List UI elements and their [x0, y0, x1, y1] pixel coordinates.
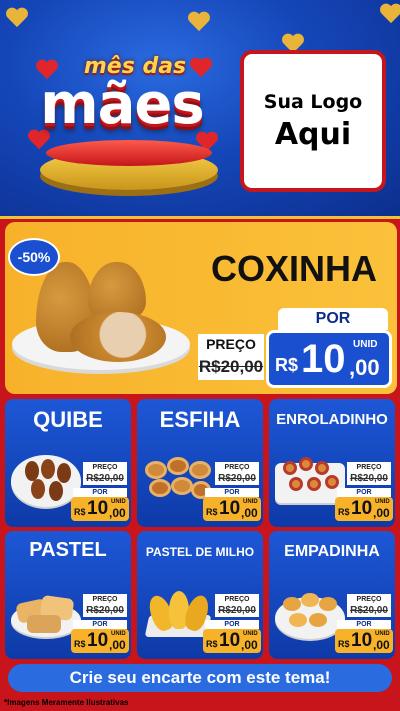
currency: R$: [74, 639, 86, 649]
discount-badge: -50%: [8, 238, 60, 276]
new-price: R$ 10 UNID ,00: [71, 497, 129, 521]
new-price: R$ 10 UNID ,00: [335, 629, 393, 653]
new-price-label: POR: [205, 620, 259, 629]
product-card-enroladinho[interactable]: ENROLADINHO PREÇO R$20,00 POR R$ 10 UNID…: [269, 399, 395, 527]
price-decimal: ,00: [109, 638, 126, 652]
header-banner: mês das mães Sua Logo Aqui: [0, 0, 400, 216]
unit-label: UNID: [375, 631, 390, 637]
heart-icon: [188, 12, 210, 32]
price-integer: 10: [351, 630, 373, 651]
old-price-label: PREÇO: [83, 462, 127, 472]
currency: R$: [275, 355, 299, 375]
unit-label: UNID: [375, 499, 390, 505]
old-price: R$20,00: [83, 604, 127, 617]
new-price-label: POR: [337, 488, 391, 497]
product-name: ENROLADINHO: [276, 411, 388, 428]
price-decimal: ,00: [109, 506, 126, 520]
podium-top: [46, 140, 212, 166]
product-card-esfiha[interactable]: ESFIHA PREÇO R$20,00 POR R$ 10 UNID ,00: [137, 399, 263, 527]
logo-placeholder[interactable]: Sua Logo Aqui: [240, 50, 386, 192]
old-price: R$20,00: [215, 472, 259, 485]
unit-label: UNID: [243, 631, 258, 637]
product-name: PASTEL DE MILHO: [145, 545, 255, 559]
cta-button[interactable]: Crie seu encarte com este tema!: [8, 664, 392, 692]
product-card-pastel-de-milho[interactable]: PASTEL DE MILHO PREÇO R$20,00 POR R$ 10 …: [137, 531, 263, 659]
product-name: PASTEL: [29, 539, 107, 561]
old-price: R$20,00: [347, 604, 391, 617]
price-decimal: ,00: [373, 506, 390, 520]
new-price-label: POR: [337, 620, 391, 629]
currency: R$: [338, 507, 350, 517]
old-price: R$20,00: [347, 472, 391, 485]
product-card-empadinha[interactable]: EMPADINHA PREÇO R$20,00 POR R$ 10 UNID ,…: [269, 531, 395, 659]
logo-line2: Aqui: [274, 116, 352, 152]
price-decimal: ,00: [241, 506, 258, 520]
price-integer: 10: [87, 498, 109, 519]
price-integer: 10: [87, 630, 109, 651]
old-price-label: PREÇO: [347, 594, 391, 604]
price-integer: 10: [219, 498, 241, 519]
featured-product-name: COXINHA: [210, 248, 377, 289]
new-price-label: POR: [205, 488, 259, 497]
product-card-quibe[interactable]: QUIBE PREÇO R$20,00 POR R$ 10 UNID ,00: [5, 399, 131, 527]
product-card-pastel[interactable]: PASTEL PREÇO R$20,00 POR R$ 10 UNID ,00: [5, 531, 131, 659]
unit-label: UNID: [111, 499, 126, 505]
old-price-label: PREÇO: [215, 462, 259, 472]
heart-icon: [380, 4, 400, 24]
new-price-label: POR: [73, 488, 127, 497]
old-price: R$20,00: [198, 354, 264, 380]
new-price: R$ 10 UNID ,00: [71, 629, 129, 653]
disclaimer: *Imagens Meramente Ilustrativas: [4, 698, 129, 707]
logo-line1: Sua Logo: [263, 90, 363, 113]
new-price: R$ 10 UNID ,00: [266, 330, 392, 388]
heart-icon: [6, 8, 28, 28]
unit-label: UNID: [353, 339, 378, 350]
title-big: mães: [40, 72, 204, 137]
old-price-label: PREÇO: [83, 594, 127, 604]
price-integer: 10: [351, 498, 373, 519]
unit-label: UNID: [111, 631, 126, 637]
currency: R$: [74, 507, 86, 517]
currency: R$: [206, 507, 218, 517]
price-integer: 10: [301, 337, 346, 381]
product-name: QUIBE: [33, 407, 103, 432]
old-price: R$20,00: [215, 604, 259, 617]
price-decimal: ,00: [349, 355, 380, 380]
old-price: R$20,00: [83, 472, 127, 485]
new-price: R$ 10 UNID ,00: [203, 629, 261, 653]
currency: R$: [338, 639, 350, 649]
new-price: R$ 10 UNID ,00: [203, 497, 261, 521]
new-price: R$ 10 UNID ,00: [335, 497, 393, 521]
currency: R$: [206, 639, 218, 649]
price-integer: 10: [219, 630, 241, 651]
product-name: ESFIHA: [159, 407, 241, 432]
old-price-label: PREÇO: [215, 594, 259, 604]
old-price-label: PREÇO: [198, 334, 264, 354]
unit-label: UNID: [243, 499, 258, 505]
price-decimal: ,00: [373, 638, 390, 652]
price-decimal: ,00: [241, 638, 258, 652]
new-price-label: POR: [73, 620, 127, 629]
product-name: EMPADINHA: [284, 543, 380, 560]
old-price-label: PREÇO: [347, 462, 391, 472]
new-price-label: POR: [278, 308, 388, 330]
coxinha-image: [70, 312, 166, 362]
